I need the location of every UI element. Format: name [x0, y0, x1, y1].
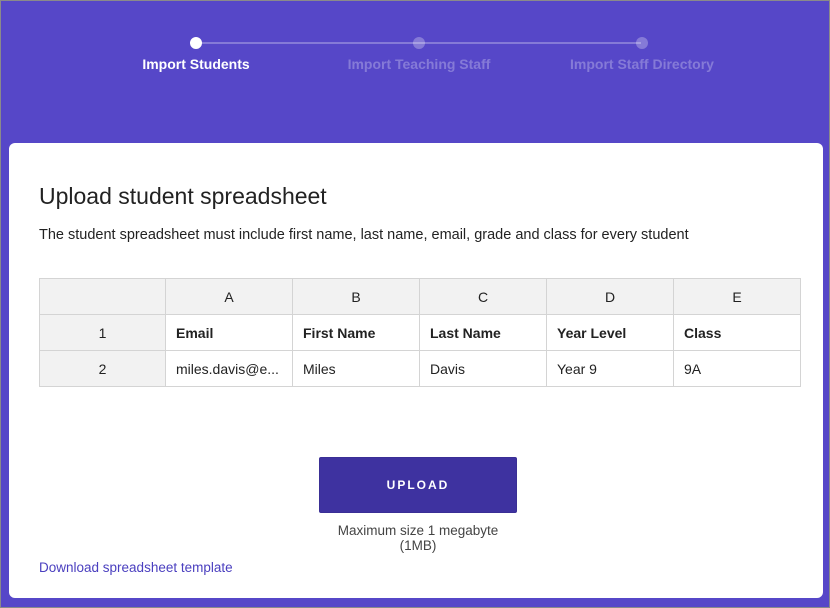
max-size-note: Maximum size 1 megabyte (1MB) — [337, 523, 499, 553]
import-stepper: Import Students Import Teaching Staff Im… — [1, 1, 830, 141]
card-description: The student spreadsheet must include fir… — [39, 227, 689, 243]
table-cell: Year 9 — [546, 350, 674, 387]
column-header: A — [165, 278, 293, 315]
column-header: D — [546, 278, 674, 315]
column-header: C — [419, 278, 547, 315]
step-dot-import-students — [190, 37, 202, 49]
download-template-link[interactable]: Download spreadsheet template — [39, 560, 233, 575]
table-cell: 9A — [673, 350, 801, 387]
column-header: E — [673, 278, 801, 315]
table-cell: Last Name — [419, 314, 547, 351]
step-label-import-students: Import Students — [142, 56, 250, 72]
column-header: B — [292, 278, 420, 315]
table-cell: miles.davis@e... — [165, 350, 293, 387]
corner-cell — [39, 278, 166, 315]
table-cell: Miles — [292, 350, 420, 387]
step-label-import-teaching-staff: Import Teaching Staff — [347, 56, 491, 72]
row-number: 2 — [39, 350, 166, 387]
upload-card: Upload student spreadsheet The student s… — [9, 143, 823, 598]
table-cell: Davis — [419, 350, 547, 387]
table-cell: Year Level — [546, 314, 674, 351]
table-row: 2 miles.davis@e... Miles Davis Year 9 9A — [39, 350, 801, 387]
table-row: 1 Email First Name Last Name Year Level … — [39, 314, 801, 351]
step-label-import-staff-directory: Import Staff Directory — [570, 56, 714, 72]
spreadsheet-preview: A B C D E 1 Email First Name Last Name Y… — [39, 278, 801, 387]
table-cell: Class — [673, 314, 801, 351]
column-header-row: A B C D E — [39, 278, 801, 315]
upload-button[interactable]: UPLOAD — [319, 457, 517, 513]
step-dot-import-staff-directory — [636, 37, 648, 49]
table-cell: Email — [165, 314, 293, 351]
row-number: 1 — [39, 314, 166, 351]
card-title: Upload student spreadsheet — [39, 183, 327, 209]
table-cell: First Name — [292, 314, 420, 351]
step-dot-import-teaching-staff — [413, 37, 425, 49]
